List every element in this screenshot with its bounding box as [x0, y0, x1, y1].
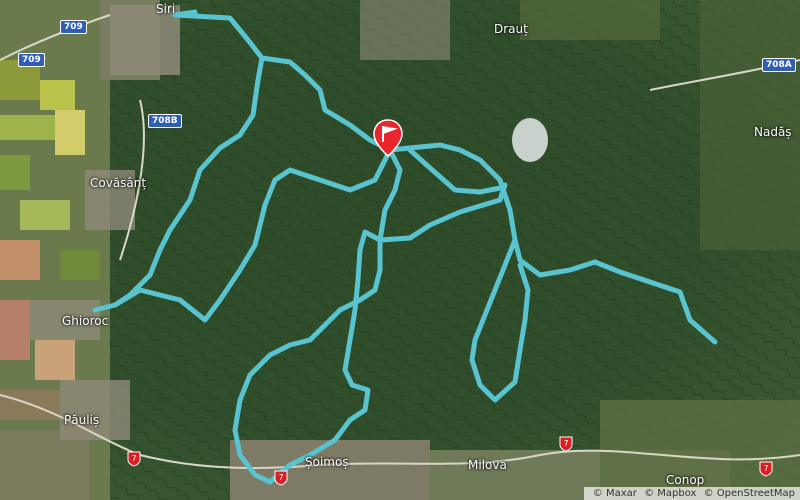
place-label-milova: Milova [468, 458, 507, 472]
road-shield-708a: 708A [762, 58, 796, 72]
attribution-osm-link[interactable]: © OpenStreetMap [704, 488, 795, 499]
place-label-covasant: Covăsânț [90, 176, 147, 190]
map-attribution: © Maxar © Mapbox © OpenStreetMap [583, 487, 800, 500]
place-label-nadas: Nadăș [754, 125, 792, 139]
road-shield-709: 709 [18, 53, 45, 67]
place-label-draut: Drauț [494, 22, 528, 36]
route-shield-7-icon: 7 [127, 451, 141, 467]
place-label-ghioroc: Ghioroc [62, 314, 109, 328]
route-shield-7-icon: 7 [559, 436, 573, 452]
road-shield-709: 709 [60, 20, 87, 34]
road-shield-708b: 708B [148, 114, 182, 128]
svg-text:7: 7 [131, 454, 136, 463]
place-label-paulis: Păuliș [64, 413, 100, 427]
place-label-siria: Siri [156, 2, 176, 16]
satellite-basemap [0, 0, 800, 500]
place-label-conop: Conop [666, 473, 705, 487]
svg-text:7: 7 [563, 439, 568, 448]
map-view[interactable]: Siri Drauț Nadăș Covăsânț Ghioroc Păuliș… [0, 0, 800, 500]
svg-text:7: 7 [278, 473, 283, 482]
attribution-maxar-link[interactable]: © Maxar [593, 488, 637, 499]
route-shield-7-icon: 7 [274, 470, 288, 486]
svg-text:7: 7 [763, 464, 768, 473]
place-label-soimos: Șoimoș [305, 455, 349, 469]
route-shield-7-icon: 7 [759, 461, 773, 477]
attribution-mapbox-link[interactable]: © Mapbox [644, 488, 696, 499]
